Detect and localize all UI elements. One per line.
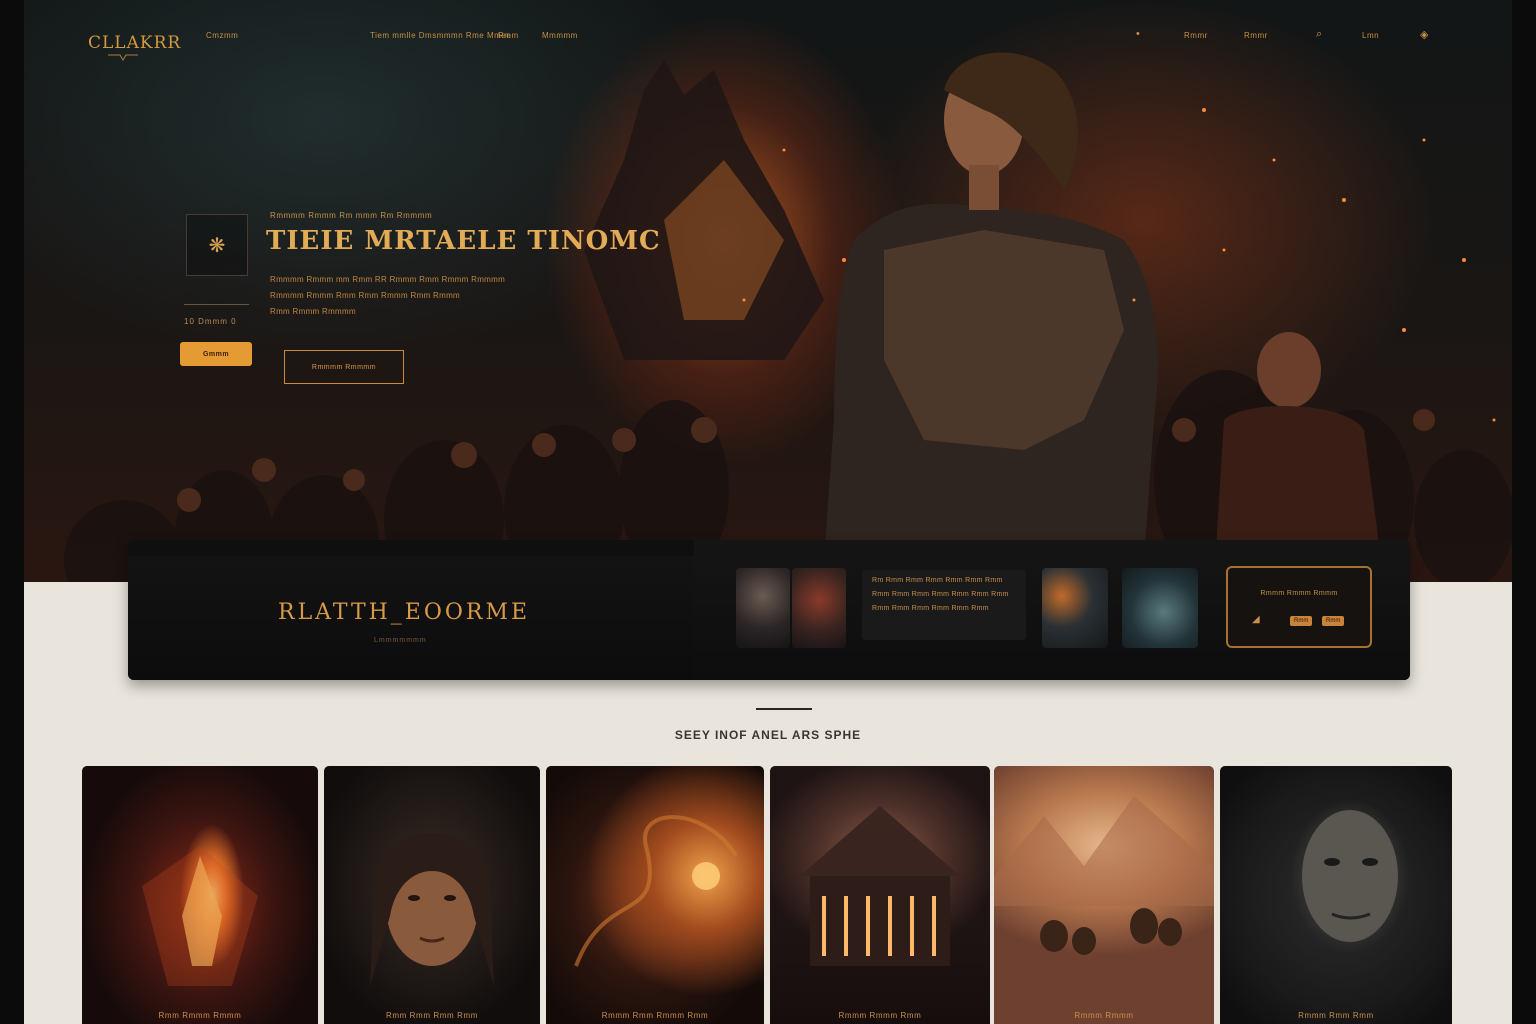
feature-thumbnail[interactable]: [736, 568, 790, 648]
promo-chip[interactable]: Rmm: [1290, 616, 1313, 626]
arrow-icon: ◢: [1252, 614, 1260, 625]
hero-outline-button[interactable]: Rmmmm Rmmmm: [284, 350, 404, 384]
hero-primary-button[interactable]: Gmmm: [180, 342, 252, 366]
hero-meta: 10 Dmmm 0: [184, 317, 237, 326]
nav-login-link[interactable]: Lmn: [1362, 31, 1379, 40]
fire-creature-art: [142, 846, 258, 986]
stone-face-art: [1302, 810, 1398, 942]
section-divider: [756, 708, 812, 710]
top-navigation: CLLAKRR Cmzmm Tiem mmlle Dmsmmmn Rme Mme…: [24, 0, 1512, 70]
nav-link-6[interactable]: Rmmr: [1244, 31, 1268, 40]
hero-eyebrow: Rmmmm Rmmm Rm mmm Rm Rmmmm: [270, 211, 433, 220]
portrait-woman-art: [370, 833, 494, 986]
gallery-card[interactable]: Rmmm Rmm Rmmm Rmm: [546, 766, 764, 1024]
gallery-card[interactable]: Rmm Rmmm Rmmm: [82, 766, 318, 1024]
gallery-card[interactable]: Rmmm Rmm Rmm: [1220, 766, 1452, 1024]
feature-thumbnail[interactable]: [1042, 568, 1108, 648]
site-logo[interactable]: CLLAKRR: [88, 33, 181, 53]
hero-description: Rmmmm Rmmm mm Rmm RR Rmmm Rmm Rmmm Rmmmm…: [270, 272, 570, 320]
feature-text-line: Rm Rmm Rmm Rmm Rmm Rmm Rmm: [872, 577, 1003, 584]
bookmark-icon[interactable]: ◈: [1420, 28, 1428, 41]
hero-divider: [184, 304, 249, 305]
hero-heroine-figure: [824, 52, 1158, 561]
nav-dot-icon[interactable]: •: [1136, 28, 1140, 40]
desert-march-art: [994, 796, 1214, 955]
card-caption: Rmmm Rmm Rmm: [1298, 1011, 1374, 1020]
nav-link-5[interactable]: Rmmr: [1184, 31, 1208, 40]
feature-thumbnail[interactable]: [792, 568, 846, 648]
gallery-card[interactable]: Rmm Rmm Rmm Rmm: [324, 766, 540, 1024]
nav-link-4[interactable]: Mmmmm: [542, 31, 578, 40]
hero-emblem-icon: ❋: [186, 214, 248, 276]
feature-subtitle: Lmmmmmmm: [374, 637, 427, 644]
hero-description-line: Rmmmm Rmmm mm Rmm RR Rmmm Rmm Rmmm Rmmmm: [270, 275, 506, 284]
card-caption: Rmm Rmmm Rmmm: [158, 1011, 242, 1020]
feature-text-line: Rmm Rmm Rmm Rmm Rmm Rmm: [872, 605, 989, 612]
card-caption: Rmmm Rmmm: [1074, 1011, 1134, 1020]
hero-title: TIEIE MRTAELE TINOMC: [266, 226, 661, 256]
nav-link-1[interactable]: Cmzmm: [206, 31, 238, 40]
card-caption: Rmmm Rmmm Rmm: [838, 1011, 922, 1020]
fiery-swirl-art: [574, 815, 738, 967]
page: CLLAKRR Cmzmm Tiem mmlle Dmsmmmn Rme Mme…: [24, 0, 1512, 1024]
promo-card[interactable]: Rmmm Rmmm Rmmm ◢ Rmm Rmm: [1226, 566, 1372, 648]
logo-ornament-icon: [108, 54, 138, 61]
hero-artwork: [64, 52, 1512, 582]
card-caption: Rmm Rmm Rmm Rmm: [385, 1011, 479, 1020]
gallery-card[interactable]: Rmmm Rmmm Rmm: [770, 766, 990, 1024]
promo-text: Rmmm Rmmm Rmmm: [1260, 590, 1338, 597]
hero-description-line: Rmmmm Rmmm Rmm Rmm Rmmm Rmm Rmmm: [270, 291, 460, 300]
hero-banner: CLLAKRR Cmzmm Tiem mmlle Dmsmmmn Rme Mme…: [24, 0, 1512, 582]
hero-description-line: Rmm Rmmm Rmmmm: [270, 307, 356, 316]
card-caption: Rmmm Rmm Rmmm Rmm: [601, 1011, 709, 1020]
palace-art: [800, 806, 960, 966]
section-heading: SEEY INOF ANEL ARS SPHE: [674, 728, 862, 742]
gallery-card[interactable]: Rmmm Rmmm: [994, 766, 1214, 1024]
nav-link-3[interactable]: Rmm: [498, 31, 519, 40]
feature-text-box: Rm Rmm Rmm Rmm Rmm Rmm Rmm Rmm Rmm Rmm R…: [862, 570, 1026, 640]
nav-link-2[interactable]: Tiem mmlle Dmsmmmn Rme Mmee: [370, 31, 511, 40]
feature-thumbnail[interactable]: [1122, 568, 1198, 648]
feature-text-line: Rmm Rmm Rmm Rmm Rmm Rmm Rmm: [872, 591, 1009, 598]
promo-chip[interactable]: Rmm: [1322, 616, 1345, 626]
feature-bar: RLATTH_EOORME Lmmmmmmm Rm Rmm Rmm Rmm Rm…: [128, 540, 1410, 680]
search-icon[interactable]: ⌕: [1316, 28, 1322, 41]
feature-title: RLATTH_EOORME: [278, 600, 531, 625]
